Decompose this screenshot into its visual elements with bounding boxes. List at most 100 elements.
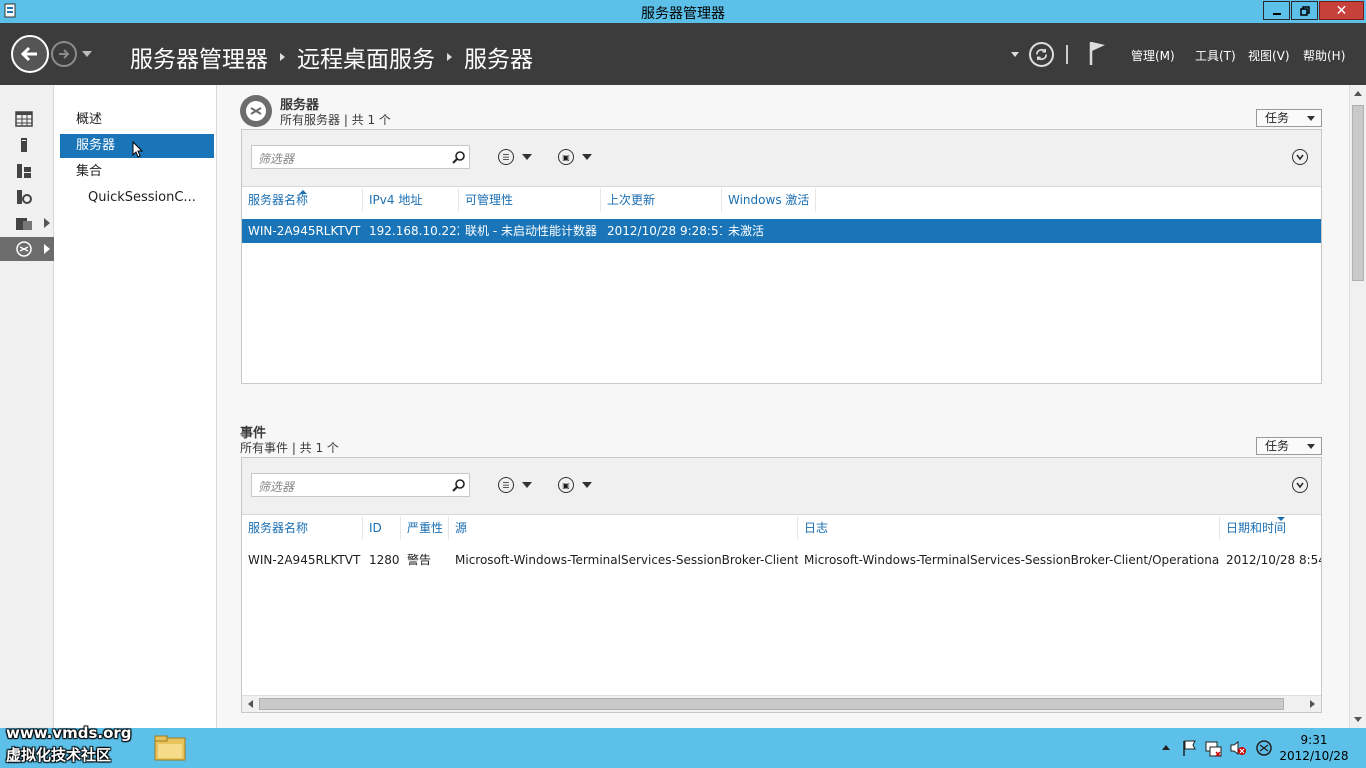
show-hidden-icons-icon[interactable] <box>1162 745 1170 750</box>
action-center-flag-icon[interactable] <box>1181 739 1199 757</box>
icon-rail <box>0 85 54 728</box>
rail-item-all-servers[interactable] <box>0 159 54 183</box>
scroll-up-icon[interactable] <box>1354 91 1362 96</box>
col-windows-activation[interactable]: Windows 激活 <box>722 188 816 212</box>
rail-item-local-server[interactable] <box>0 133 54 157</box>
rail-item-file-services[interactable] <box>0 211 54 235</box>
scrollbar-thumb[interactable] <box>1352 105 1364 281</box>
chevron-down-icon <box>1296 154 1304 161</box>
cell-activation: 未激活 <box>728 224 765 238</box>
cell-last-update: 2012/10/28 9:28:51 <box>607 224 722 238</box>
events-tasks-button[interactable]: 任务 <box>1256 437 1322 455</box>
servers-filter-input[interactable]: 筛选器 <box>251 145 470 169</box>
scrollbar-thumb[interactable] <box>259 698 1284 710</box>
close-button[interactable]: ✕ <box>1319 1 1364 20</box>
events-filter-input[interactable]: 筛选器 <box>251 473 470 497</box>
scroll-right-icon[interactable] <box>1310 700 1315 708</box>
minimize-icon <box>1272 12 1281 15</box>
servers-expand-button[interactable] <box>1292 149 1308 165</box>
nav-item-quicksession-collection[interactable]: QuickSessionC... <box>60 186 214 210</box>
menu-tools[interactable]: 工具(T) <box>1195 47 1236 64</box>
search-icon[interactable] <box>452 478 466 492</box>
tasks-label: 任务 <box>1265 111 1290 125</box>
events-save-query-button[interactable]: ▣ <box>558 476 598 494</box>
chevron-down-icon <box>1296 482 1304 489</box>
restore-icon <box>1299 5 1310 16</box>
menu-view[interactable]: 视图(V) <box>1248 47 1290 64</box>
notifications-flag-icon[interactable] <box>1088 40 1108 66</box>
col-manageability[interactable]: 可管理性 <box>459 188 601 212</box>
watermark: www.vmds.org 虚拟化技术社区 <box>6 722 132 766</box>
arrow-right-icon <box>59 49 70 59</box>
cell-manageability: 联机 - 未启动性能计数器 <box>465 224 597 238</box>
rail-item-dashboard[interactable] <box>0 107 54 131</box>
history-dropdown-icon[interactable] <box>82 51 92 57</box>
file-storage-icon <box>17 190 32 204</box>
cell-id: 1280 <box>369 553 400 567</box>
navigation-pane: 概述 服务器 集合 QuickSessionC... <box>54 85 217 728</box>
table-row[interactable]: WIN-2A945RLKTVT 1280 警告 Microsoft-Window… <box>242 548 1321 572</box>
col-date-time[interactable]: 日期和时间 <box>1220 516 1321 540</box>
col-server-name[interactable]: 服务器名称 <box>242 188 363 212</box>
expand-arrow-icon[interactable] <box>44 218 50 228</box>
table-row[interactable]: WIN-2A945RLKTVT 192.168.10.222 联机 - 未启动性… <box>242 219 1321 243</box>
list-icon: ☰ <box>498 477 514 493</box>
servers-view-options-button[interactable]: ☰ <box>498 148 538 166</box>
remote-desktop-tray-icon[interactable] <box>1255 739 1273 757</box>
rail-item-file-storage[interactable] <box>0 185 54 209</box>
servers-tasks-button[interactable]: 任务 <box>1256 109 1322 127</box>
col-source[interactable]: 源 <box>449 516 798 540</box>
breadcrumb-separator-icon <box>280 53 285 61</box>
forward-button[interactable] <box>51 41 77 67</box>
remote-desktop-section-icon <box>240 95 272 127</box>
back-button[interactable] <box>11 35 49 73</box>
breadcrumb-item-remote-desktop[interactable]: 远程桌面服务 <box>297 40 435 74</box>
chevron-down-icon <box>522 154 532 160</box>
save-icon: ▣ <box>558 477 574 493</box>
restore-button[interactable] <box>1291 1 1318 20</box>
events-expand-button[interactable] <box>1292 477 1308 493</box>
menu-manage[interactable]: 管理(M) <box>1131 47 1175 64</box>
file-explorer-icon[interactable] <box>153 734 187 762</box>
clock-time: 9:31 <box>1300 733 1328 747</box>
col-last-update[interactable]: 上次更新 <box>601 188 722 212</box>
col-log[interactable]: 日志 <box>798 516 1220 540</box>
nav-item-overview[interactable]: 概述 <box>60 108 214 132</box>
servers-save-query-button[interactable]: ▣ <box>558 148 598 166</box>
cell-ipv4: 192.168.10.222 <box>369 224 459 238</box>
col-server-name[interactable]: 服务器名称 <box>242 516 363 540</box>
all-servers-icon <box>17 164 31 178</box>
cell-source: Microsoft-Windows-TerminalServices-Sessi… <box>455 553 798 567</box>
horizontal-scrollbar[interactable] <box>242 695 1321 712</box>
volume-muted-icon[interactable] <box>1229 739 1247 757</box>
chevron-down-icon <box>582 154 592 160</box>
servers-toolbar: 筛选器 ☰ ▣ <box>242 130 1321 187</box>
search-icon[interactable] <box>452 150 466 164</box>
col-id[interactable]: ID <box>363 516 401 540</box>
refresh-button[interactable] <box>1029 42 1054 67</box>
servers-section-subtitle: 所有服务器 | 共 1 个 <box>280 113 391 127</box>
breadcrumb-item-servers[interactable]: 服务器 <box>464 40 533 74</box>
header-bar: 服务器管理器 远程桌面服务 服务器 管理(M) 工具(T) 视图(V) 帮助(H… <box>0 23 1366 85</box>
network-icon[interactable] <box>1205 739 1223 757</box>
breadcrumb-separator-icon <box>447 53 452 61</box>
save-icon: ▣ <box>558 149 574 165</box>
chevron-down-icon <box>522 482 532 488</box>
breadcrumb-dropdown-icon[interactable] <box>1011 52 1019 57</box>
col-severity[interactable]: 严重性 <box>401 516 449 540</box>
scroll-down-icon[interactable] <box>1354 717 1362 722</box>
rail-item-remote-desktop[interactable] <box>0 237 54 261</box>
expand-arrow-icon[interactable] <box>44 244 50 254</box>
taskbar: www.vmds.org 虚拟化技术社区 9:31 2012/10/28 <box>0 724 1366 768</box>
minimize-button[interactable] <box>1263 1 1290 20</box>
nav-item-collections[interactable]: 集合 <box>60 160 214 184</box>
scroll-left-icon[interactable] <box>248 700 253 708</box>
breadcrumb-item-server-manager[interactable]: 服务器管理器 <box>130 40 268 74</box>
events-view-options-button[interactable]: ☰ <box>498 476 538 494</box>
menu-help[interactable]: 帮助(H) <box>1303 47 1345 64</box>
chevron-down-icon <box>1307 444 1315 449</box>
system-clock[interactable]: 9:31 2012/10/28 <box>1276 732 1352 764</box>
col-ipv4[interactable]: IPv4 地址 <box>363 188 459 212</box>
tasks-label: 任务 <box>1265 439 1290 453</box>
vertical-scrollbar[interactable] <box>1349 85 1366 728</box>
